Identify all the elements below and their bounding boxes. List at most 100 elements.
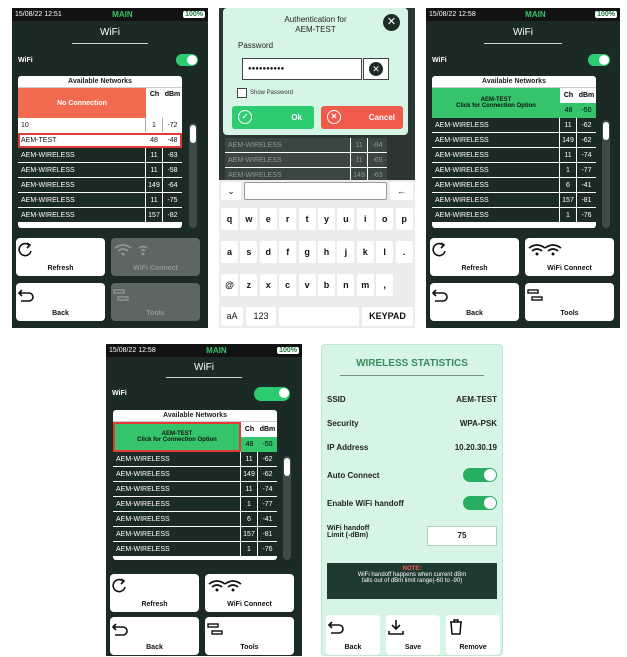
back-button[interactable]: Back xyxy=(16,283,105,321)
network-row[interactable]: AEM-WIRELESS 11 -75 xyxy=(18,193,182,208)
network-row[interactable]: AEM-WIRELESS 1 -76 xyxy=(432,208,596,223)
scroll-thumb[interactable] xyxy=(603,122,609,140)
key[interactable]: m xyxy=(356,274,374,296)
background-network-row[interactable]: AEM-WIRELESS 11 -84 xyxy=(225,138,387,153)
network-row[interactable]: AEM-WIRELESS 11 -62 xyxy=(432,118,596,133)
network-row[interactable]: AEM-WIRELESS 6 -41 xyxy=(432,178,596,193)
show-password-checkbox[interactable] xyxy=(237,88,247,98)
wifi-connect-button[interactable]: WiFi Connect xyxy=(525,238,614,276)
network-row[interactable]: AEM-WIRELESS 11 -83 xyxy=(18,148,182,163)
wifi-toggle[interactable] xyxy=(176,54,198,66)
key[interactable]: p xyxy=(395,208,413,230)
network-row[interactable]: AEM-WIRELESS 11 -58 xyxy=(18,163,182,178)
close-icon[interactable]: ✕ xyxy=(383,14,400,31)
key[interactable]: c xyxy=(279,274,297,296)
network-row[interactable]: AEM-WIRELESS 1 -77 xyxy=(432,163,596,178)
key[interactable]: t xyxy=(298,208,316,230)
network-row[interactable]: AEM-WIRELESS 1 -77 xyxy=(113,497,277,512)
scrollbar[interactable] xyxy=(283,456,291,560)
network-row[interactable]: 10 1 -72 xyxy=(18,118,182,133)
back-button[interactable]: Back xyxy=(326,615,380,655)
key[interactable]: y xyxy=(318,208,335,230)
key[interactable]: j xyxy=(337,241,355,263)
scrollbar[interactable] xyxy=(602,120,610,228)
wifi-toggle[interactable] xyxy=(254,387,290,401)
network-row[interactable]: AEM-WIRELESS 11 -74 xyxy=(432,148,596,163)
scroll-thumb[interactable] xyxy=(284,458,290,476)
wifi-connect-button[interactable]: WiFi Connect xyxy=(111,238,200,276)
network-row[interactable]: AEM-WIRELESS 149 -62 xyxy=(113,467,277,482)
timestamp: 15/08/22 12:51 xyxy=(15,11,62,18)
scroll-thumb[interactable] xyxy=(190,125,196,143)
network-row[interactable]: AEM-WIRELESS 157 -82 xyxy=(18,208,182,223)
back-button[interactable]: Back xyxy=(430,283,519,321)
remove-button[interactable]: Remove xyxy=(446,615,500,655)
wifi-connect-label: WiFi Connect xyxy=(547,265,592,272)
key[interactable]: d xyxy=(259,241,277,263)
refresh-button[interactable]: Refresh xyxy=(16,238,105,276)
key[interactable]: k xyxy=(356,241,374,263)
current-connection-row[interactable]: No Connection Ch dBm xyxy=(18,88,182,118)
network-row[interactable]: AEM-WIRELESS 157 -81 xyxy=(432,193,596,208)
network-row[interactable]: AEM-TEST 48 -48 xyxy=(18,133,182,148)
ok-button[interactable]: ✓ Ok xyxy=(232,106,314,129)
wifi-toggle[interactable] xyxy=(588,54,610,66)
key[interactable]: u xyxy=(337,208,355,230)
key[interactable]: f xyxy=(279,241,297,263)
auto-connect-label: Auto Connect xyxy=(327,471,380,480)
space-key[interactable] xyxy=(279,307,359,326)
shift-key[interactable]: aA xyxy=(221,307,243,326)
key[interactable]: w xyxy=(240,208,258,230)
connected-network-row[interactable]: AEM-TEST Click for Connection Option Ch … xyxy=(432,88,596,118)
network-row[interactable]: AEM-WIRELESS 149 -62 xyxy=(432,133,596,148)
key[interactable]: v xyxy=(298,274,316,296)
refresh-button[interactable]: Refresh xyxy=(430,238,519,276)
network-row[interactable]: AEM-WIRELESS 6 -41 xyxy=(113,512,277,527)
handoff-toggle[interactable] xyxy=(463,496,497,510)
key[interactable]: r xyxy=(279,208,297,230)
network-row[interactable]: AEM-WIRELESS 11 -62 xyxy=(113,452,277,467)
key[interactable]: o xyxy=(376,208,394,230)
key[interactable]: z xyxy=(240,274,258,296)
backspace-icon[interactable]: ← xyxy=(390,182,413,200)
keypad-key[interactable]: KEYPAD xyxy=(362,307,413,326)
key[interactable]: h xyxy=(318,241,335,263)
key[interactable]: . xyxy=(395,241,413,263)
key[interactable]: a xyxy=(221,241,238,263)
key[interactable]: l xyxy=(376,241,394,263)
password-field[interactable]: ●●●●●●●●●● xyxy=(242,58,362,80)
wifi-connect-button[interactable]: WiFi Connect xyxy=(205,574,294,612)
refresh-button[interactable]: Refresh xyxy=(110,574,199,612)
auto-connect-toggle[interactable] xyxy=(463,468,497,482)
scrollbar[interactable] xyxy=(189,123,197,228)
tools-button[interactable]: Tools xyxy=(525,283,614,321)
collapse-keyboard-icon[interactable]: ⌄ xyxy=(221,182,241,200)
limit-input[interactable]: 75 xyxy=(427,526,497,546)
key[interactable]: g xyxy=(298,241,316,263)
key[interactable]: s xyxy=(240,241,258,263)
back-button[interactable]: Back xyxy=(110,617,199,655)
network-row[interactable]: AEM-WIRELESS 157 -81 xyxy=(113,527,277,542)
network-row[interactable]: AEM-WIRELESS 1 -76 xyxy=(113,542,277,557)
key[interactable]: , xyxy=(376,274,394,296)
key[interactable]: b xyxy=(318,274,335,296)
key[interactable]: n xyxy=(337,274,355,296)
key[interactable]: e xyxy=(259,208,277,230)
tools-button[interactable]: Tools xyxy=(111,283,200,321)
save-button[interactable]: Save xyxy=(386,615,440,655)
clear-icon[interactable]: ✕ xyxy=(363,58,389,80)
network-row[interactable]: AEM-WIRELESS 11 -74 xyxy=(113,482,277,497)
tools-button[interactable]: Tools xyxy=(205,617,294,655)
key[interactable]: i xyxy=(356,208,374,230)
numeric-key[interactable]: 123 xyxy=(246,307,276,326)
title-divider xyxy=(72,43,148,44)
screen-wifi-connected: 15/08/22 12:58 MAIN 100% WiFi WiFi Avail… xyxy=(426,8,620,328)
network-row[interactable]: AEM-WIRELESS 149 -64 xyxy=(18,178,182,193)
cancel-button[interactable]: ✕ Cancel xyxy=(321,106,403,129)
connected-network-row[interactable]: AEM-TEST Click for Connection Option Ch … xyxy=(113,422,277,452)
keyboard-text-input[interactable] xyxy=(244,182,387,200)
key[interactable]: x xyxy=(259,274,277,296)
key[interactable]: q xyxy=(221,208,238,230)
key[interactable]: @ xyxy=(221,274,238,296)
background-network-row[interactable]: AEM-WIRELESS 11 -65 xyxy=(225,153,387,168)
